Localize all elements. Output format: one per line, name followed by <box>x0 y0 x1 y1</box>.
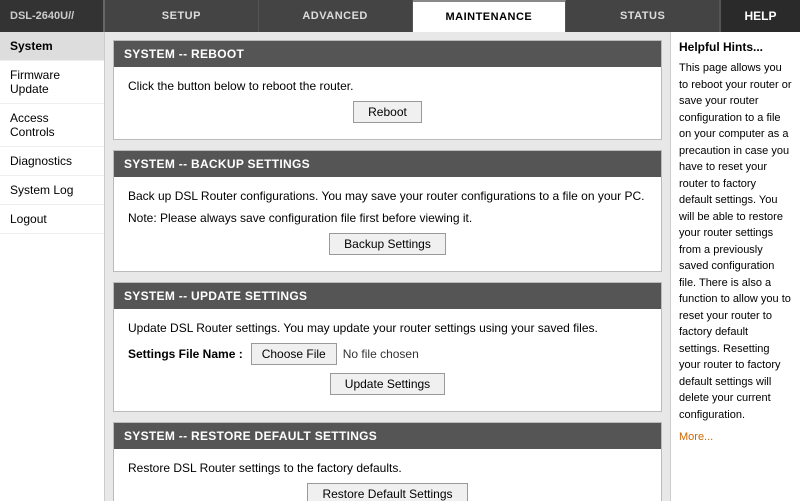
section-reboot-body: Click the button below to reboot the rou… <box>114 67 661 139</box>
tab-status[interactable]: STATUS <box>566 0 720 32</box>
sidebar-item-system-log[interactable]: System Log <box>0 176 104 205</box>
backup-btn-row: Backup Settings <box>128 233 647 255</box>
section-update-title: SYSTEM -- UPDATE SETTINGS <box>114 283 661 309</box>
tab-maintenance[interactable]: MAINTENANCE <box>413 0 567 32</box>
help-more-link[interactable]: More... <box>679 431 792 443</box>
reboot-button[interactable]: Reboot <box>353 101 422 123</box>
reboot-btn-row: Reboot <box>128 101 647 123</box>
file-no-file-label: No file chosen <box>343 347 419 361</box>
sidebar-item-diagnostics[interactable]: Diagnostics <box>0 147 104 176</box>
tab-setup[interactable]: SETUP <box>105 0 259 32</box>
section-reboot-title: SYSTEM -- REBOOT <box>114 41 661 67</box>
brand-slash: // <box>68 10 74 22</box>
backup-note: Note: Please always save configuration f… <box>128 211 647 225</box>
restore-btn-row: Restore Default Settings <box>128 483 647 501</box>
section-update: SYSTEM -- UPDATE SETTINGS Update DSL Rou… <box>113 282 662 412</box>
main-layout: System Firmware Update Access Controls D… <box>0 32 800 501</box>
backup-settings-button[interactable]: Backup Settings <box>329 233 446 255</box>
brand-logo: DSL-2640U// <box>0 0 105 32</box>
update-description: Update DSL Router settings. You may upda… <box>128 321 647 335</box>
sidebar-item-logout[interactable]: Logout <box>0 205 104 234</box>
section-backup-body: Back up DSL Router configurations. You m… <box>114 177 661 271</box>
content-area: SYSTEM -- REBOOT Click the button below … <box>105 32 670 501</box>
backup-description: Back up DSL Router configurations. You m… <box>128 189 647 203</box>
restore-default-button[interactable]: Restore Default Settings <box>307 483 467 501</box>
sidebar-item-firmware[interactable]: Firmware Update <box>0 61 104 104</box>
section-backup: SYSTEM -- BACKUP SETTINGS Back up DSL Ro… <box>113 150 662 272</box>
update-settings-button[interactable]: Update Settings <box>330 373 445 395</box>
brand-model: DSL-2640U <box>10 10 68 22</box>
section-reboot: SYSTEM -- REBOOT Click the button below … <box>113 40 662 140</box>
tab-help[interactable]: HELP <box>720 0 800 32</box>
section-backup-title: SYSTEM -- BACKUP SETTINGS <box>114 151 661 177</box>
sidebar-item-system[interactable]: System <box>0 32 104 61</box>
help-title: Helpful Hints... <box>679 40 792 54</box>
nav-tabs: SETUP ADVANCED MAINTENANCE STATUS <box>105 0 720 32</box>
help-panel: Helpful Hints... This page allows you to… <box>670 32 800 501</box>
reboot-description: Click the button below to reboot the rou… <box>128 79 647 93</box>
sidebar-item-access-controls[interactable]: Access Controls <box>0 104 104 147</box>
top-nav: DSL-2640U// SETUP ADVANCED MAINTENANCE S… <box>0 0 800 32</box>
file-label: Settings File Name : <box>128 347 243 361</box>
help-text: This page allows you to reboot your rout… <box>679 60 792 423</box>
update-btn-row: Update Settings <box>128 373 647 395</box>
restore-description: Restore DSL Router settings to the facto… <box>128 461 647 475</box>
section-restore-title: SYSTEM -- RESTORE DEFAULT SETTINGS <box>114 423 661 449</box>
section-restore: SYSTEM -- RESTORE DEFAULT SETTINGS Resto… <box>113 422 662 501</box>
tab-advanced[interactable]: ADVANCED <box>259 0 413 32</box>
sidebar: System Firmware Update Access Controls D… <box>0 32 105 501</box>
file-input-row: Settings File Name : Choose File No file… <box>128 343 647 365</box>
choose-file-button[interactable]: Choose File <box>251 343 337 365</box>
section-restore-body: Restore DSL Router settings to the facto… <box>114 449 661 501</box>
section-update-body: Update DSL Router settings. You may upda… <box>114 309 661 411</box>
